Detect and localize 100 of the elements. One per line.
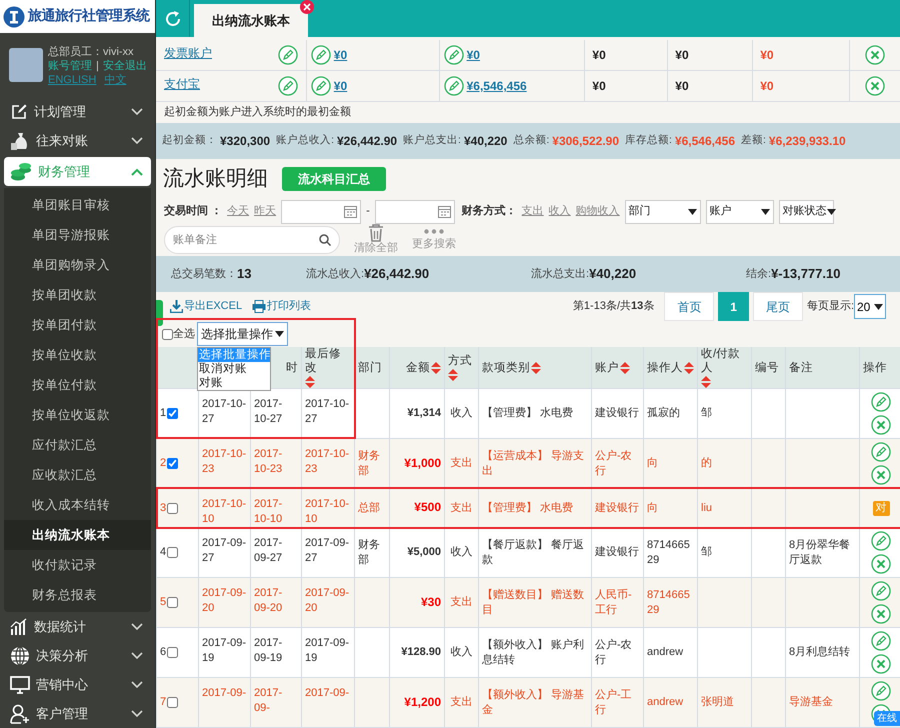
total-value: ¥40,220 — [464, 132, 508, 150]
menu-item[interactable]: 营销中心 — [4, 670, 151, 699]
note-cell: 8月利息结转 — [789, 646, 850, 658]
menu-item[interactable]: 客户管理 — [4, 699, 151, 728]
date-field[interactable] — [374, 200, 455, 224]
logout-link[interactable]: 安全退出 — [102, 59, 147, 74]
submenu-item[interactable]: 单团购物录入 — [4, 250, 151, 280]
account-link[interactable]: 账号管理 — [48, 59, 92, 74]
submenu-item[interactable]: 按单团收款 — [4, 280, 151, 310]
submenu-item[interactable]: 应付款汇总 — [4, 430, 151, 460]
column-header[interactable]: 时 — [286, 360, 298, 374]
account-name-link[interactable]: 支付宝 — [164, 75, 200, 93]
delete-icon[interactable] — [871, 654, 891, 674]
account-cell: 公户-农行 — [595, 638, 632, 666]
delete-icon[interactable] — [871, 465, 891, 485]
submenu-item[interactable]: 收入成本结转 — [4, 490, 151, 520]
export-link[interactable]: 导出EXCEL — [170, 298, 242, 315]
department-cell: 总部 — [358, 502, 380, 514]
date-cell: 2017-10-27 — [202, 398, 246, 425]
row-checkbox[interactable] — [167, 458, 178, 469]
edit-icon[interactable] — [871, 392, 891, 412]
submenu-item[interactable]: 单团导游报账 — [4, 220, 151, 250]
submenu-item[interactable]: 按单位收返款 — [4, 400, 151, 430]
filter-select[interactable]: 账户 — [706, 200, 774, 224]
column-header[interactable]: 款项类别 — [482, 360, 530, 374]
search-field[interactable]: 账单备注 — [164, 226, 340, 254]
row-checkbox[interactable] — [167, 547, 178, 558]
amount-link[interactable]: ¥0 — [466, 46, 480, 64]
delete-icon[interactable] — [871, 604, 891, 624]
payee-cell: 的 — [701, 457, 712, 469]
row-checkbox[interactable] — [167, 502, 178, 514]
filter-select[interactable]: 对账状态 — [778, 200, 834, 224]
menu-item[interactable]: 数据统计 — [4, 612, 151, 641]
menu-item[interactable]: 往来对账 — [4, 126, 151, 155]
export-link[interactable]: 打印列表 — [252, 298, 312, 315]
date-cell: 2017-09-20 — [305, 587, 350, 614]
submenu-item[interactable]: 按单团付款 — [4, 310, 151, 340]
page-button[interactable]: 尾页 — [752, 292, 803, 322]
date-cell: 2017-10-10 — [202, 498, 246, 525]
submenu-item[interactable]: 应收款汇总 — [4, 460, 151, 490]
select-all-checkbox[interactable] — [162, 328, 173, 340]
edit-icon[interactable] — [871, 442, 891, 462]
money-bag-icon — [10, 130, 30, 150]
column-header[interactable]: 金额 — [406, 360, 430, 374]
amount-text: ¥0 — [759, 47, 774, 64]
method-cell: 收入 — [450, 407, 472, 419]
method-cell: 支出 — [450, 457, 472, 469]
column-header[interactable]: 操作 — [863, 360, 887, 374]
submenu-item[interactable]: 财务总报表 — [4, 580, 151, 610]
submenu-item[interactable]: 出纳流水账本 — [4, 520, 151, 550]
total-label: 账户总支出: — [403, 132, 461, 148]
dropdown-option[interactable]: 取消对账 — [198, 362, 270, 376]
row-checkbox[interactable] — [167, 597, 178, 608]
column-header[interactable]: 部门 — [358, 360, 382, 374]
menu-item[interactable]: 决策分析 — [4, 641, 151, 670]
amount-link[interactable]: ¥6,546,456 — [466, 77, 527, 95]
column-header[interactable]: 最后修改 — [305, 347, 351, 375]
stat-value: 13 — [237, 265, 252, 284]
column-header[interactable]: 备注 — [789, 360, 813, 374]
edit-icon[interactable] — [871, 631, 891, 651]
amount-link[interactable]: ¥0 — [334, 77, 348, 95]
delete-icon[interactable] — [871, 415, 891, 435]
submenu-item[interactable]: 按单位收款 — [4, 340, 151, 370]
printer-icon — [252, 300, 266, 313]
edit-icon[interactable] — [871, 681, 891, 701]
edit-icon — [278, 45, 298, 65]
column-header[interactable]: 编号 — [755, 360, 779, 374]
page-summary: 第1-13条/共13条 — [572, 299, 654, 314]
sort-icon — [448, 369, 458, 381]
row-checkbox[interactable] — [167, 697, 178, 708]
menu-item[interactable]: 计划管理 — [4, 97, 151, 126]
amount-text: ¥0 — [759, 78, 774, 95]
close-icon[interactable] — [300, 0, 314, 14]
page-button[interactable]: 首页 — [664, 292, 714, 322]
dropdown-option[interactable]: 对账 — [198, 376, 270, 390]
tab[interactable]: 出纳流水账本 — [194, 4, 308, 37]
column-header[interactable]: 账户 — [595, 360, 619, 374]
column-header[interactable]: 收/付款人 — [701, 347, 748, 375]
submenu-item[interactable]: 按单位付款 — [4, 370, 151, 400]
account-name-link[interactable]: 发票账户 — [164, 44, 212, 62]
edit-icon[interactable] — [871, 531, 891, 551]
row-checkbox[interactable] — [167, 408, 178, 419]
edit-icon[interactable] — [871, 581, 891, 601]
date-cell: 2017-09- — [254, 687, 282, 714]
amount-link[interactable]: ¥0 — [334, 46, 348, 64]
row-checkbox[interactable] — [167, 647, 178, 658]
date-field[interactable] — [281, 200, 362, 224]
accounts-note: 起初金额为账户进入系统时的最初金额 — [163, 104, 352, 120]
date-cell: 2017-10-10 — [305, 498, 350, 525]
per-page-select[interactable]: 20 — [854, 294, 886, 320]
per-page-label: 每页显示: — [806, 299, 854, 314]
caret-icon — [275, 331, 284, 338]
submenu-item[interactable]: 单团账目审核 — [4, 190, 151, 220]
delete-icon[interactable] — [871, 554, 891, 574]
filter-select[interactable]: 部门 — [624, 200, 701, 224]
column-header[interactable]: 操作人 — [647, 360, 683, 374]
submenu-item[interactable]: 收付款记录 — [4, 550, 151, 580]
batch-select[interactable]: 选择批量操作 — [197, 322, 288, 346]
column-header[interactable]: 方式 — [448, 354, 472, 368]
amount-cell: ¥1,314 — [407, 407, 441, 419]
